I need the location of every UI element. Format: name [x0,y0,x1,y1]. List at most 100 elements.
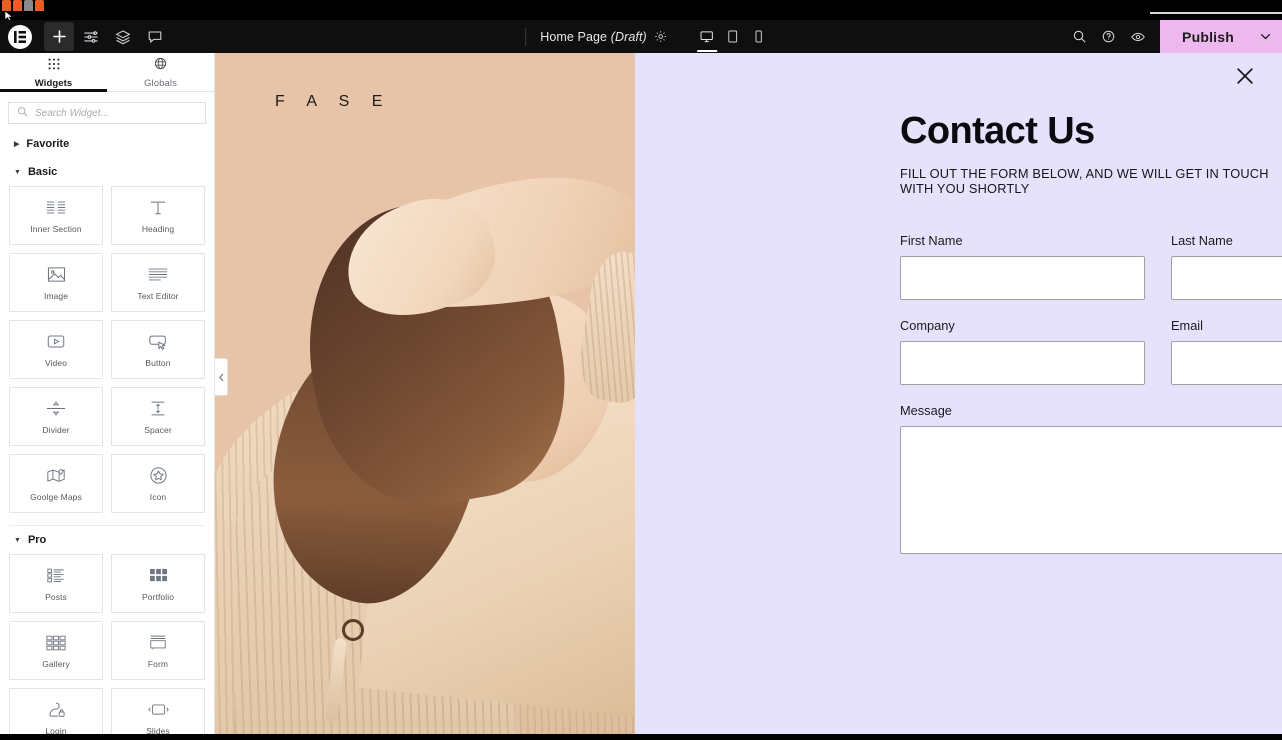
chrome-toolbar-line [1150,12,1282,14]
chevron-down-icon: ▼ [14,536,21,544]
document-title[interactable]: Home Page (Draft) [540,30,647,44]
company-input[interactable] [900,341,1145,385]
basic-widgets-grid: Inner Section Heading Image Text Editor [0,186,214,523]
message-textarea[interactable] [900,426,1282,554]
widget-spacer[interactable]: Spacer [111,387,205,446]
email-field[interactable] [1171,341,1282,385]
close-x-icon[interactable] [1230,61,1260,91]
field-message: Message [900,403,1282,559]
comment-icon[interactable] [140,22,170,51]
first-name-label: First Name [900,233,963,248]
form-subtitle: FILL OUT THE FORM BELOW, AND WE WILL GET… [900,166,1269,196]
favicon-3 [24,0,33,11]
device-mobile-button[interactable] [747,21,771,52]
search-icon [17,104,28,122]
widget-inner-section[interactable]: Inner Section [9,186,103,245]
widget-label: Form [147,658,169,669]
widget-icon[interactable]: Icon [111,454,205,513]
tab-globals-label: Globals [144,78,177,89]
play-icon [46,332,66,352]
section-pro[interactable]: ▼ Pro [0,526,214,554]
device-desktop-button[interactable] [695,21,719,52]
widget-label: Icon [149,491,167,502]
login-user-lock-icon [47,700,66,720]
field-last-name: Last Name [1171,233,1282,300]
site-settings-button[interactable] [76,22,106,51]
publish-button[interactable]: Publish [1160,29,1248,45]
search-widget-placeholder: Search Widget... [35,107,109,119]
submit-row: Submit [900,577,1282,615]
slides-icon [147,700,169,720]
widget-label: Inner Section [30,223,82,234]
last-name-input[interactable] [1171,256,1282,300]
section-basic[interactable]: ▼ Basic [0,158,214,186]
search-icon[interactable] [1065,22,1094,51]
chevron-down-icon: ▼ [14,168,21,176]
posts-list-icon [46,566,66,586]
widget-divider[interactable]: Divider [9,387,103,446]
widget-google-maps[interactable]: Goolge Maps [9,454,103,513]
topbar-divider-left [525,27,527,46]
widget-gallery[interactable]: Gallery [9,621,103,680]
widget-form[interactable]: Form [111,621,205,680]
section-pro-label: Pro [27,534,47,546]
favicon-4 [35,0,44,11]
widget-image[interactable]: Image [9,253,103,312]
widget-text-editor[interactable]: Text Editor [111,253,205,312]
image-icon [47,265,66,285]
button-cursor-icon [148,332,169,352]
widget-label: Video [44,357,68,368]
section-basic-label: Basic [27,166,58,178]
globe-icon [154,57,167,75]
form-icon [148,633,168,653]
eye-icon[interactable] [1123,22,1152,51]
window-bottom-edge [0,734,1282,740]
add-element-button[interactable] [44,22,74,51]
field-first-name: First Name [900,233,1145,300]
widget-label: Button [145,357,171,368]
widget-label: Goolge Maps [30,491,82,502]
device-tablet-button[interactable] [721,21,745,52]
help-circle-icon[interactable] [1094,22,1123,51]
topbar-left-group [0,20,170,53]
hero-photo-column: F A S E [215,53,635,740]
portfolio-grid-icon [149,566,168,586]
gear-icon[interactable] [654,30,667,43]
section-favorite[interactable]: ▶ Favorite [0,130,214,158]
map-pin-icon [46,466,66,486]
widget-slides[interactable]: Slides [111,688,205,740]
structure-layers-button[interactable] [108,22,138,51]
widget-portfolio[interactable]: Portfolio [111,554,205,613]
text-lines-icon [148,265,168,285]
topbar-center-group: Home Page (Draft) [511,20,771,53]
widget-button[interactable]: Button [111,320,205,379]
last-name-label: Last Name [1171,233,1233,248]
photo-shape-ring [342,619,364,641]
widget-login[interactable]: Login [9,688,103,740]
elementor-logo-icon[interactable] [8,24,32,49]
divider-icon [46,399,66,419]
widget-label: Text Editor [137,290,179,301]
widget-posts[interactable]: Posts [9,554,103,613]
widgets-panel: Widgets Globals Search Widget... ▶ Favor… [0,53,215,740]
search-widget-box[interactable]: Search Widget... [8,102,206,124]
document-state-text: (Draft) [610,29,647,44]
publish-group: Publish [1160,20,1282,53]
section-favorite-label: Favorite [26,138,70,150]
widget-video[interactable]: Video [9,320,103,379]
editor-root: Home Page (Draft) Publish Widgets Global… [0,0,1282,740]
widget-label: Divider [42,424,70,435]
chevron-down-icon[interactable] [1248,20,1282,53]
contact-form-panel: Contact Us FILL OUT THE FORM BELOW, AND … [635,53,1282,740]
brand-logo-text: F A S E [275,93,392,110]
tab-globals[interactable]: Globals [107,53,214,91]
contact-form: First Name Last Name Company Email Messa… [900,233,1282,615]
tab-widgets[interactable]: Widgets [0,53,107,92]
gallery-grid-icon [46,633,66,653]
widget-heading[interactable]: Heading [111,186,205,245]
form-row-company-email: Company Email [900,318,1282,403]
email-label: Email [1171,318,1203,333]
company-label: Company [900,318,955,333]
first-name-input[interactable] [900,256,1145,300]
panel-collapse-handle[interactable] [215,358,228,396]
